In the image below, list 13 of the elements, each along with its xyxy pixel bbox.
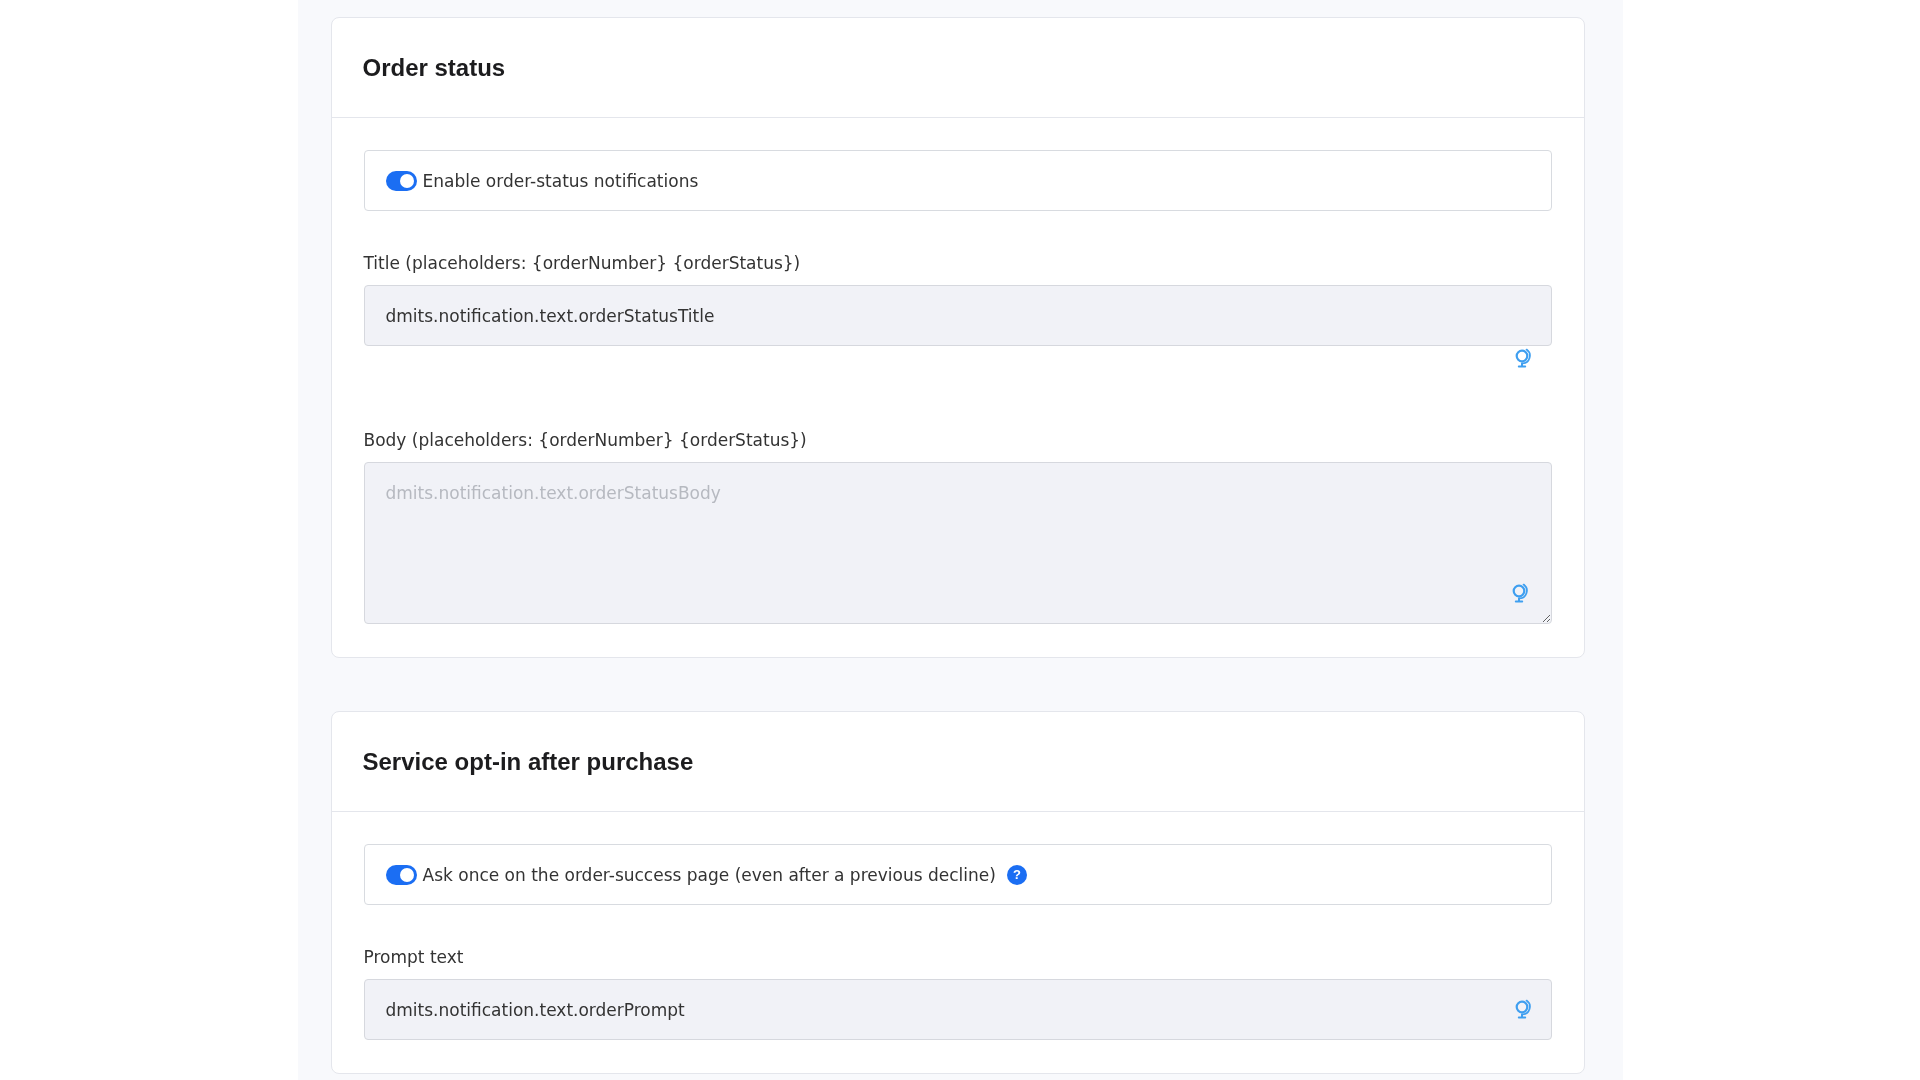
section-title: Service opt-in after purchase <box>362 746 694 777</box>
toggle-switch[interactable] <box>385 170 417 191</box>
toggle-switch[interactable] <box>385 864 417 885</box>
text-area[interactable]: dmits.notification.text.orderStatusBody <box>363 462 1552 624</box>
field-label: Prompt text <box>363 946 464 968</box>
text-input[interactable]: dmits.notification.text.orderStatusTitle <box>363 285 1552 346</box>
toggle-label: Enable order-status notifications <box>422 169 699 192</box>
section-title: Order status <box>362 52 506 83</box>
help-icon[interactable]: ? <box>1006 864 1027 885</box>
toggle-label: Ask once on the order-success page (even after a previous decline) <box>422 863 996 886</box>
field-label: Body (placeholders: {orderNumber} {orderStatus}) <box>363 429 807 451</box>
field-label: Title (placeholders: {orderNumber} {orderStatus}) <box>363 252 801 274</box>
text-input[interactable]: dmits.notification.text.orderPrompt <box>363 979 1552 1040</box>
